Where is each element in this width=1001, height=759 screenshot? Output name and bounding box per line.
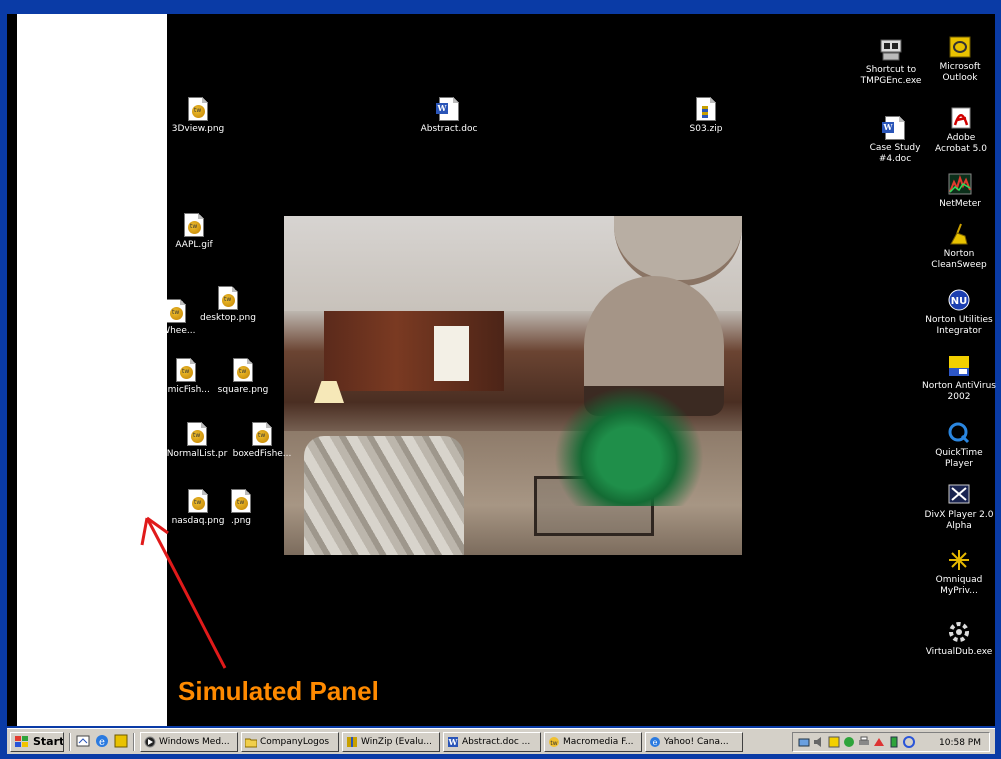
image-file-icon <box>233 358 253 382</box>
word-doc-icon: W <box>882 116 905 140</box>
task-windows-media[interactable]: Windows Med... <box>140 732 238 752</box>
media-player-icon <box>144 736 156 748</box>
tmpgenc-icon <box>879 38 903 62</box>
divx-icon <box>947 483 971 507</box>
start-button[interactable]: Start <box>10 732 64 752</box>
internet-explorer-icon[interactable]: e <box>95 734 109 748</box>
image-file-icon <box>252 422 272 446</box>
desktop-icon-norton-utilities[interactable]: NU Norton Utilities Integrator <box>918 288 1000 337</box>
outlook-icon <box>948 35 972 59</box>
image-file-icon <box>187 422 207 446</box>
svg-text:tw: tw <box>550 740 557 747</box>
taskbar: Start e Windows Med... CompanyLogos WinZ… <box>7 728 995 754</box>
show-desktop-icon[interactable] <box>76 734 90 748</box>
desktop-icon-case-study[interactable]: W Case Study #4.doc <box>858 116 932 165</box>
desktop-icon-omniquad[interactable]: Omniquad MyPriv... <box>924 548 994 597</box>
desktop-icon-quicktime[interactable]: QuickTime Player <box>924 421 994 470</box>
image-file-icon <box>176 358 196 382</box>
norton-utilities-icon: NU <box>947 288 971 312</box>
image-file-icon <box>218 286 238 310</box>
taskbar-separator <box>69 733 71 751</box>
desktop-icon-cleansweep[interactable]: Norton CleanSweep <box>922 222 996 271</box>
messenger-icon[interactable] <box>843 736 855 748</box>
omniquad-icon <box>947 548 971 572</box>
desktop-icon-abstract-doc[interactable]: W Abstract.doc <box>409 97 489 135</box>
zip-file-icon <box>696 97 716 121</box>
norton-antivirus-icon <box>947 354 971 378</box>
svg-text:NU: NU <box>951 296 968 307</box>
battery-icon[interactable] <box>888 736 900 748</box>
desktop-icon-netmeter[interactable]: NetMeter <box>928 172 992 210</box>
word-icon: W <box>448 737 459 747</box>
annotation-label: Simulated Panel <box>178 676 379 706</box>
clock[interactable]: 10:58 PM <box>939 736 981 750</box>
desktop-icon-acrobat[interactable]: Adobe Acrobat 5.0 <box>928 106 994 155</box>
macromedia-icon: tw <box>549 737 559 747</box>
task-winzip[interactable]: WinZip (Evalu... <box>342 732 440 752</box>
image-file-icon <box>231 489 251 513</box>
winzip-icon <box>347 737 357 747</box>
acrobat-icon <box>949 106 973 130</box>
desktop-icon-outlook[interactable]: Microsoft Outlook <box>928 35 992 84</box>
quicktime-tray-icon[interactable] <box>903 736 915 748</box>
connection-icon[interactable] <box>873 736 885 748</box>
task-yahoo-canada[interactable]: e Yahoo! Cana... <box>645 732 743 752</box>
desktop-icon-norton-antivirus[interactable]: Norton AntiVirus 2002 <box>918 354 1000 403</box>
desktop-icon-3dview[interactable]: 3Dview.png <box>158 97 238 135</box>
photo-window <box>434 326 469 381</box>
cleansweep-icon <box>947 222 971 246</box>
desktop-icon-s03-zip[interactable]: S03.zip <box>666 97 746 135</box>
windows-logo-icon <box>15 736 28 747</box>
taskbar-separator <box>133 733 135 751</box>
desktop-icon-square-png[interactable]: square.png <box>203 358 283 396</box>
desktop-icon-divx[interactable]: DivX Player 2.0 Alpha <box>924 483 994 532</box>
printer-icon[interactable] <box>858 736 870 748</box>
task-macromedia[interactable]: tw Macromedia F... <box>544 732 642 752</box>
virtualdub-icon <box>947 620 971 644</box>
word-doc-icon: W <box>436 97 459 121</box>
netmeter-icon <box>948 172 972 196</box>
svg-text:e: e <box>653 738 658 747</box>
photo-palm-plant <box>554 386 704 506</box>
desktop-icon-boxed-fisheye[interactable]: boxedFishe... <box>222 422 302 460</box>
quicktime-icon <box>947 421 971 445</box>
folder-icon <box>245 738 257 748</box>
task-company-logos[interactable]: CompanyLogos <box>241 732 339 752</box>
norton-tray-icon[interactable] <box>828 736 840 748</box>
desktop-icon-tmpgenc[interactable]: Shortcut to TMPGEnc.exe <box>854 38 928 87</box>
outlook-quicklaunch-icon[interactable] <box>114 734 128 748</box>
system-tray: 10:58 PM <box>792 732 990 752</box>
image-file-icon <box>166 299 186 323</box>
simulated-panel <box>17 14 167 726</box>
task-abstract-doc[interactable]: W Abstract.doc ... <box>443 732 541 752</box>
desktop-icon-png[interactable]: .png <box>201 489 281 527</box>
image-file-icon <box>184 213 204 237</box>
ie-icon: e <box>650 737 660 747</box>
desktop-wallpaper-photo <box>284 216 742 555</box>
svg-text:e: e <box>99 737 105 748</box>
volume-icon[interactable] <box>813 736 825 748</box>
photo-sofa <box>304 436 464 555</box>
desktop-icon-virtualdub[interactable]: VirtualDub.exe <box>924 620 994 658</box>
photo-kitchen-cabinets <box>324 311 504 391</box>
svg-text:W: W <box>448 737 459 747</box>
image-file-icon <box>188 97 208 121</box>
start-label: Start <box>33 735 64 748</box>
network-icon[interactable] <box>798 736 810 748</box>
